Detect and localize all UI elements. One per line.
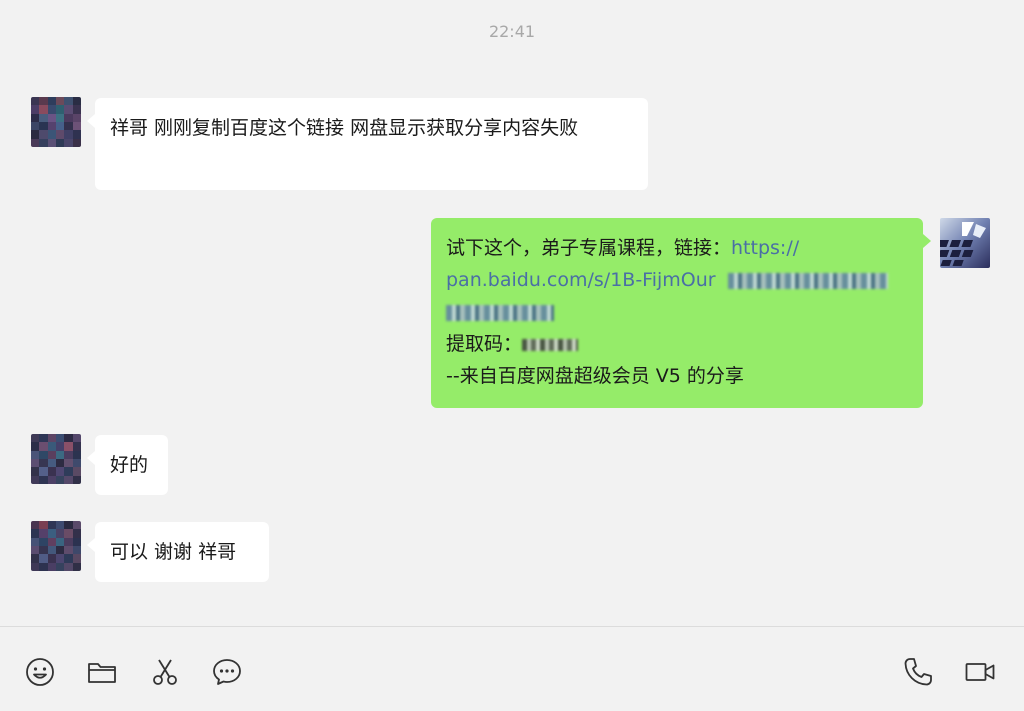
message-timestamp: 22:41 [488, 22, 536, 41]
chat-history: 22:41 祥哥 刚刚复制百度这个链接 网盘显示获取分享内容失败 试下这个，弟子… [0, 0, 1024, 626]
extraction-code-label: 提取码： [446, 333, 523, 355]
outgoing-message-bubble[interactable]: 试下这个，弟子专属课程，链接：https:// pan.baidu.com/s/… [431, 218, 931, 408]
scissors-icon [153, 659, 177, 685]
incoming-message-bubble[interactable]: 可以 谢谢 祥哥 [87, 522, 269, 582]
redacted-extraction-code [522, 338, 579, 351]
incoming-message-bubble[interactable]: 祥哥 刚刚复制百度这个链接 网盘显示获取分享内容失败 [87, 98, 648, 190]
contact-avatar[interactable] [31, 97, 81, 147]
message-line [446, 296, 908, 328]
message-line: 试下这个，弟子专属课程，链接：https:// [446, 232, 908, 264]
redacted-link-segment [727, 272, 888, 289]
message-line: --来自百度网盘超级会员 V5 的分享 [446, 360, 908, 392]
composer-toolbar [0, 626, 1024, 711]
message-text: 可以 谢谢 祥哥 [110, 541, 237, 563]
phone-icon [904, 658, 932, 686]
incoming-message-bubble[interactable]: 好的 [87, 435, 168, 495]
chat-history-button[interactable] [210, 655, 244, 689]
my-avatar[interactable] [940, 218, 990, 268]
contact-avatar[interactable] [31, 521, 81, 571]
redacted-link-segment [446, 304, 554, 321]
screenshot-button[interactable] [148, 655, 182, 689]
video-call-button[interactable] [963, 655, 997, 689]
message-text: 祥哥 刚刚复制百度这个链接 网盘显示获取分享内容失败 [110, 117, 579, 139]
share-link-part[interactable]: https:// [731, 237, 799, 259]
message-line: pan.baidu.com/s/1B-FijmOur [446, 264, 908, 296]
emoji-button[interactable] [23, 655, 57, 689]
chat-bubble-icon [213, 659, 241, 685]
voice-call-button[interactable] [901, 655, 935, 689]
send-file-button[interactable] [85, 655, 119, 689]
contact-avatar[interactable] [31, 434, 81, 484]
video-icon [965, 663, 995, 681]
folder-icon [88, 663, 116, 683]
message-text: --来自百度网盘超级会员 V5 的分享 [446, 365, 744, 387]
message-line: 提取码： [446, 328, 908, 360]
message-text: 好的 [110, 454, 149, 476]
share-link-part[interactable]: pan.baidu.com/s/1B-FijmOur [446, 269, 716, 291]
message-text: 试下这个，弟子专属课程，链接： [446, 237, 732, 259]
keyboard-avatar-image [940, 218, 990, 268]
emoji-icon [26, 658, 54, 686]
